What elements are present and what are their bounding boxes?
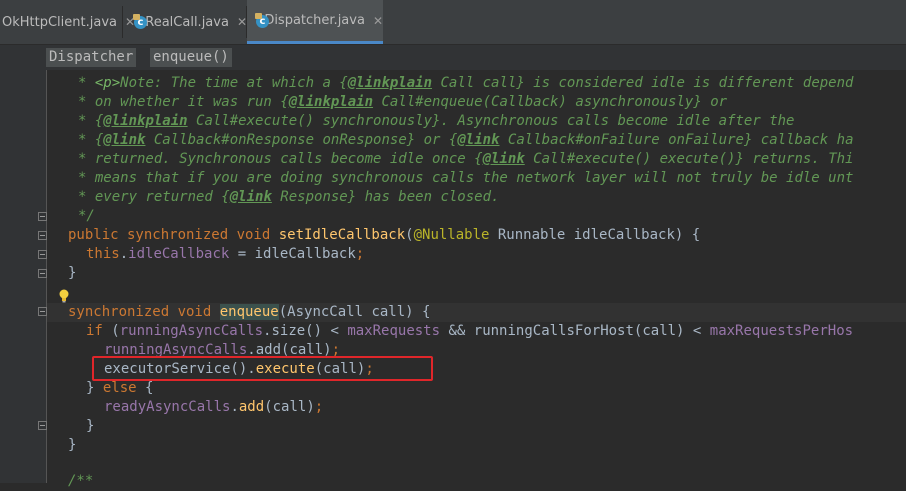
code-line: public synchronized void setIdleCallback… bbox=[68, 227, 701, 243]
close-icon[interactable]: ✕ bbox=[373, 14, 383, 28]
code-line: if (runningAsyncCalls.size() < maxReques… bbox=[86, 323, 854, 339]
breadcrumb-method[interactable]: enqueue() bbox=[150, 48, 232, 67]
fold-marker-icon[interactable] bbox=[38, 250, 47, 259]
annotation-highlight-box bbox=[92, 356, 433, 381]
code-line: synchronized void enqueue(AsyncCall call… bbox=[68, 304, 431, 320]
fold-marker-icon[interactable] bbox=[38, 231, 47, 240]
editor-tab-bar: OkHttpClient.java ✕ c RealCall.java ✕ c … bbox=[0, 0, 906, 45]
code-line: } bbox=[68, 437, 77, 453]
code-line: this.idleCallback = idleCallback; bbox=[86, 246, 365, 262]
code-line: */ bbox=[78, 208, 95, 224]
editor-gutter bbox=[0, 70, 47, 483]
code-line: * on whether it was run {@linkplain Call… bbox=[78, 94, 728, 110]
fold-marker-icon[interactable] bbox=[38, 307, 47, 316]
fold-marker-icon[interactable] bbox=[38, 421, 47, 430]
tab-label: RealCall.java bbox=[145, 14, 229, 30]
tab-dispatcher[interactable]: c Dispatcher.java ✕ bbox=[247, 0, 383, 44]
java-class-icon: c bbox=[255, 12, 269, 29]
code-line: } bbox=[86, 418, 95, 434]
code-line: } else { bbox=[86, 380, 154, 396]
breadcrumb-class[interactable]: Dispatcher bbox=[46, 48, 137, 67]
code-line: * {@linkplain Call#execute() synchronous… bbox=[78, 113, 795, 129]
breadcrumb: Dispatcher enqueue() bbox=[0, 45, 906, 70]
java-class-icon: c bbox=[133, 14, 147, 30]
code-line: * returned. Synchronous calls become idl… bbox=[78, 151, 854, 167]
code-line: } bbox=[68, 265, 77, 281]
tab-label: Dispatcher.java bbox=[264, 13, 365, 28]
code-line: * every returned {@link Response} has be… bbox=[78, 189, 500, 205]
tab-realcall[interactable]: c RealCall.java ✕ bbox=[123, 0, 247, 44]
code-line: * {@link Callback#onResponse onResponse}… bbox=[78, 132, 854, 148]
fold-marker-icon[interactable] bbox=[38, 212, 47, 221]
code-line: * <p>Note: The time at which a {@linkpla… bbox=[78, 75, 854, 91]
code-line: readyAsyncCalls.add(call); bbox=[104, 399, 324, 415]
tab-okhttpclient[interactable]: OkHttpClient.java ✕ bbox=[0, 0, 135, 44]
code-line: * means that if you are doing synchronou… bbox=[78, 170, 854, 186]
code-line: /** bbox=[68, 473, 94, 489]
fold-marker-icon[interactable] bbox=[38, 269, 47, 278]
tab-label: OkHttpClient.java bbox=[2, 14, 117, 30]
lightbulb-icon[interactable] bbox=[58, 289, 70, 303]
